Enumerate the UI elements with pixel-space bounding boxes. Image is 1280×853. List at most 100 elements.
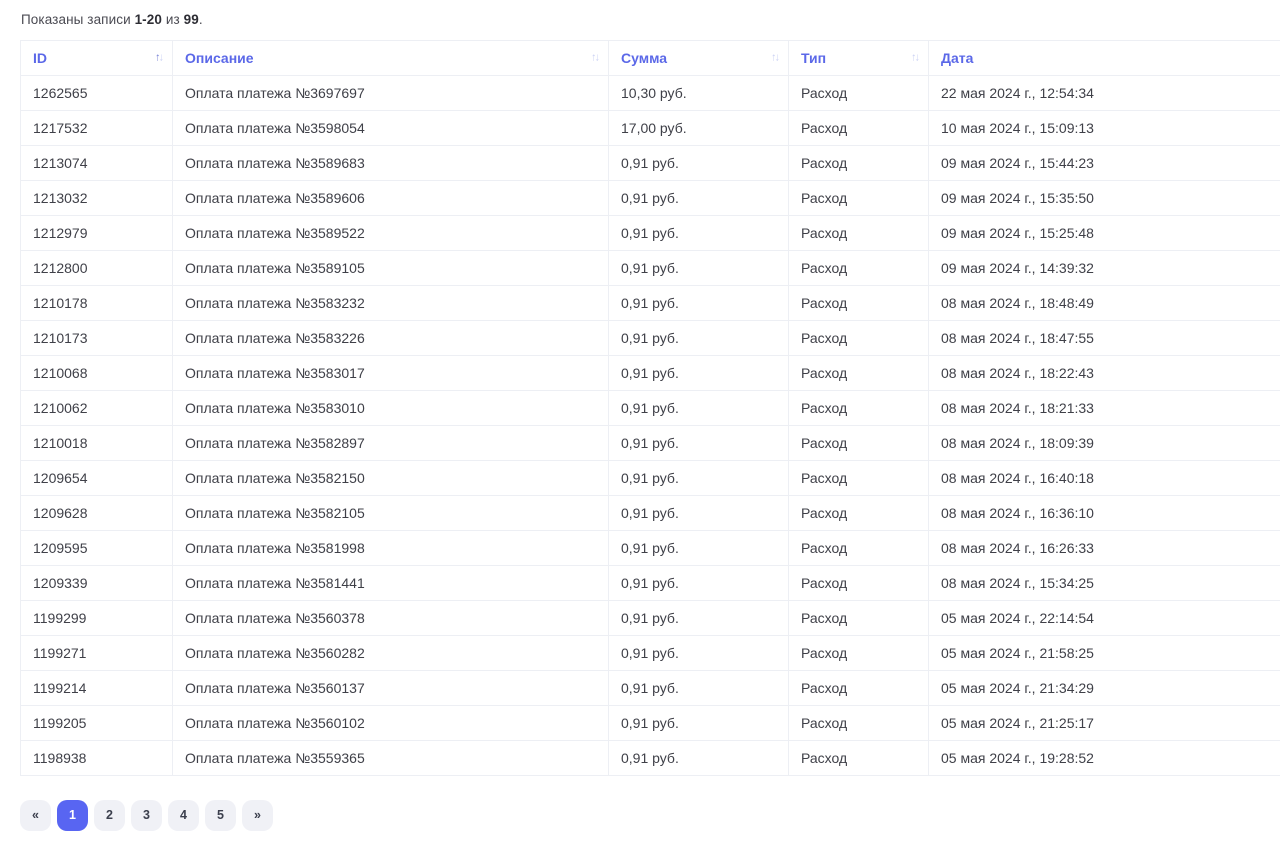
cell-description: Оплата платежа №3589522 [172,215,609,251]
cell-description: Оплата платежа №3583232 [172,285,609,321]
column-label: ID [33,50,47,66]
cell-id: 1212979 [20,215,173,251]
cell-date: 05 мая 2024 г., 22:14:54 [928,600,1280,636]
cell-amount: 0,91 руб. [608,495,789,531]
cell-id: 1210173 [20,320,173,356]
cell-amount: 0,91 руб. [608,530,789,566]
cell-description: Оплата платежа №3589105 [172,250,609,286]
pagination-page-1[interactable]: 1 [57,800,88,831]
cell-type: Расход [788,180,929,216]
cell-type: Расход [788,495,929,531]
table-row: 1262565 Оплата платежа №3697697 10,30 руб.… [20,75,1280,111]
table-body: 1262565 Оплата платежа №3697697 10,30 руб.… [20,75,1280,776]
table-row: 1210062 Оплата платежа №3583010 0,91 руб. Р… [20,390,1280,426]
cell-amount: 0,91 руб. [608,145,789,181]
cell-date: 08 мая 2024 г., 16:36:10 [928,495,1280,531]
sort-icon[interactable]: ↑↓ [155,52,164,64]
cell-date: 05 мая 2024 г., 21:58:25 [928,635,1280,671]
cell-type: Расход [788,460,929,496]
table-row: 1199205 Оплата платежа №3560102 0,91 руб. Р… [20,705,1280,741]
sort-icon[interactable]: ↑↓ [591,51,600,64]
pagination-next[interactable]: » [242,800,273,831]
cell-type: Расход [788,740,929,776]
cell-type: Расход [788,565,929,601]
cell-date: 05 мая 2024 г., 21:34:29 [928,670,1280,706]
cell-amount: 0,91 руб. [608,705,789,741]
cell-date: 08 мая 2024 г., 18:09:39 [928,425,1280,461]
cell-id: 1209628 [20,495,173,531]
cell-amount: 0,91 руб. [608,215,789,251]
sort-icon[interactable]: ↑↓ [911,52,920,64]
cell-date: 05 мая 2024 г., 19:28:52 [928,740,1280,776]
summary-prefix: Показаны записи [21,12,131,27]
cell-date: 22 мая 2024 г., 12:54:34 [928,75,1280,111]
cell-type: Расход [788,635,929,671]
pagination-page-4[interactable]: 4 [168,800,199,831]
cell-id: 1262565 [20,75,173,111]
cell-date: 08 мая 2024 г., 18:47:55 [928,320,1280,356]
column-header-date[interactable]: Дата↑↓ [928,40,1280,76]
cell-date: 09 мая 2024 г., 15:44:23 [928,145,1280,181]
column-label: Тип [801,50,827,66]
cell-id: 1209595 [20,530,173,566]
cell-amount: 0,91 руб. [608,635,789,671]
summary-total: 99 [183,12,199,27]
table-row: 1209339 Оплата платежа №3581441 0,91 руб. Р… [20,565,1280,601]
cell-description: Оплата платежа №3582105 [172,495,609,531]
column-header-type[interactable]: Тип ↑↓ [788,40,929,76]
cell-amount: 0,91 руб. [608,320,789,356]
cell-id: 1198938 [20,740,173,776]
pagination-page-2[interactable]: 2 [94,800,125,831]
table-row: 1212800 Оплата платежа №3589105 0,91 руб. Р… [20,250,1280,286]
table-row: 1199271 Оплата платежа №3560282 0,91 руб. Р… [20,635,1280,671]
cell-date: 09 мая 2024 г., 15:35:50 [928,180,1280,216]
cell-id: 1199214 [20,670,173,706]
cell-id: 1210178 [20,285,173,321]
records-summary: Показаны записи 1-20 из 99. [21,12,1280,27]
table-row: 1210068 Оплата платежа №3583017 0,91 руб. Р… [20,355,1280,391]
pagination-prev[interactable]: « [20,800,51,831]
table-row: 1209595 Оплата платежа №3581998 0,91 руб. Р… [20,530,1280,566]
cell-type: Расход [788,215,929,251]
cell-amount: 0,91 руб. [608,600,789,636]
cell-type: Расход [788,600,929,636]
cell-type: Расход [788,145,929,181]
column-label: Сумма [621,50,668,66]
payments-table-wrapper: ID ↑↓ Описание ↑↓ Сумма ↑↓ Тип ↑↓ Дата↑↓ 1262565… [20,40,1280,776]
cell-description: Оплата платежа №3583010 [172,390,609,426]
cell-description: Оплата платежа №3581441 [172,565,609,601]
cell-type: Расход [788,530,929,566]
column-header-id[interactable]: ID ↑↓ [20,40,173,76]
cell-date: 08 мая 2024 г., 18:22:43 [928,355,1280,391]
column-label: Дата [941,50,974,66]
cell-description: Оплата платежа №3598054 [172,110,609,146]
cell-type: Расход [788,250,929,286]
table-row: 1199214 Оплата платежа №3560137 0,91 руб. Р… [20,670,1280,706]
cell-amount: 0,91 руб. [608,355,789,391]
cell-date: 08 мая 2024 г., 16:40:18 [928,460,1280,496]
cell-type: Расход [788,705,929,741]
column-label: Описание [185,50,254,66]
table-row: 1213032 Оплата платежа №3589606 0,91 руб. Р… [20,180,1280,216]
table-row: 1198938 Оплата платежа №3559365 0,91 руб. Р… [20,740,1280,776]
pagination: «1 2 3 4 5» [20,800,1280,831]
sort-icon[interactable]: ↑↓ [771,52,780,64]
cell-description: Оплата платежа №3589606 [172,180,609,216]
sort-desc-arrow-icon: ↓ [594,51,600,64]
cell-description: Оплата платежа №3560137 [172,670,609,706]
payments-table: ID ↑↓ Описание ↑↓ Сумма ↑↓ Тип ↑↓ Дата↑↓ 1262565… [20,40,1280,776]
pagination-page-5[interactable]: 5 [205,800,236,831]
pagination-page-3[interactable]: 3 [131,800,162,831]
cell-type: Расход [788,390,929,426]
cell-description: Оплата платежа №3560378 [172,600,609,636]
cell-date: 08 мая 2024 г., 18:21:33 [928,390,1280,426]
cell-date: 08 мая 2024 г., 18:48:49 [928,285,1280,321]
summary-suffix: . [198,12,203,27]
table-row: 1199299 Оплата платежа №3560378 0,91 руб. Р… [20,600,1280,636]
cell-date: 08 мая 2024 г., 15:34:25 [928,565,1280,601]
cell-amount: 0,91 руб. [608,390,789,426]
cell-date: 09 мая 2024 г., 15:25:48 [928,215,1280,251]
column-header-amount[interactable]: Сумма ↑↓ [608,40,789,76]
cell-amount: 0,91 руб. [608,565,789,601]
column-header-description[interactable]: Описание ↑↓ [172,40,609,76]
